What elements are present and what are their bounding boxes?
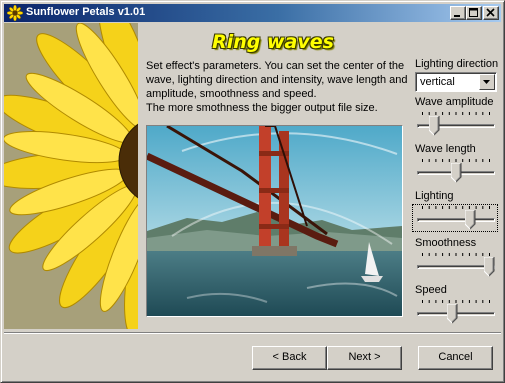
smoothness-slider[interactable] bbox=[413, 252, 497, 278]
slider-track[interactable] bbox=[417, 218, 495, 222]
chevron-down-icon bbox=[483, 80, 490, 84]
effect-preview-image[interactable] bbox=[146, 125, 403, 317]
close-button[interactable] bbox=[483, 6, 499, 20]
footer-divider bbox=[4, 332, 501, 334]
speed-label: Speed bbox=[415, 284, 447, 296]
wave-amplitude-label: Wave amplitude bbox=[415, 96, 494, 108]
slider-thumb[interactable] bbox=[429, 116, 440, 136]
title-bar[interactable]: Sunflower Petals v1.01 bbox=[4, 4, 501, 22]
close-icon bbox=[486, 8, 495, 17]
slider-ticks bbox=[422, 206, 490, 209]
sunflower-side-image bbox=[4, 23, 138, 329]
minimize-button[interactable] bbox=[450, 6, 466, 20]
lighting-direction-label: Lighting direction bbox=[415, 58, 499, 70]
cancel-button[interactable]: Cancel bbox=[418, 346, 493, 370]
minimize-icon bbox=[454, 15, 460, 17]
description-line: amplitude, smoothness and speed. bbox=[146, 88, 317, 100]
slider-thumb[interactable] bbox=[465, 210, 476, 230]
dropdown-button[interactable] bbox=[479, 74, 495, 90]
next-button[interactable]: Next > bbox=[327, 346, 402, 370]
smoothness-label: Smoothness bbox=[415, 237, 477, 249]
description-line: wave, lighting direction and intensity, … bbox=[146, 74, 408, 86]
wave-length-label: Wave length bbox=[415, 143, 476, 155]
maximize-icon bbox=[469, 8, 478, 17]
slider-thumb[interactable] bbox=[450, 163, 462, 183]
back-button[interactable]: < Back bbox=[252, 346, 327, 370]
effect-description: Set effect's parameters. You can set the… bbox=[146, 59, 411, 115]
wave-amplitude-slider[interactable] bbox=[413, 111, 497, 137]
effect-title: Ring waves bbox=[212, 31, 334, 53]
slider-thumb[interactable] bbox=[484, 257, 495, 277]
slider-thumb[interactable] bbox=[447, 304, 458, 324]
window-title: Sunflower Petals v1.01 bbox=[26, 6, 146, 18]
sunflower-icon[interactable] bbox=[6, 4, 24, 22]
maximize-button[interactable] bbox=[466, 6, 482, 20]
description-line: The more smothness the bigger output fil… bbox=[146, 102, 378, 114]
speed-slider[interactable] bbox=[413, 299, 497, 325]
lighting-direction-value: vertical bbox=[420, 76, 455, 88]
description-line: Set effect's parameters. You can set the… bbox=[146, 60, 405, 72]
wizard-window: Sunflower Petals v1.01 Ring waves Set ef… bbox=[0, 0, 505, 383]
lighting-slider[interactable] bbox=[412, 204, 498, 232]
wave-length-slider[interactable] bbox=[413, 158, 497, 184]
lighting-label: Lighting bbox=[415, 190, 454, 202]
lighting-direction-select[interactable]: vertical bbox=[415, 72, 497, 92]
slider-ticks bbox=[422, 112, 490, 115]
